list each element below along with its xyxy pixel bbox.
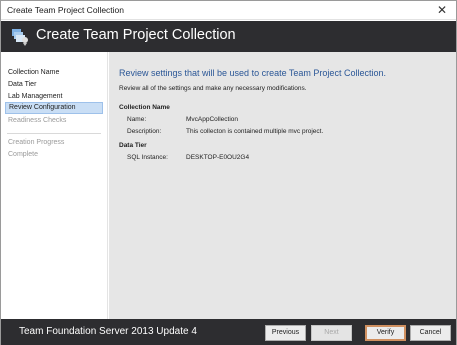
dialog-window: Create Team Project Collection ✕ Create … (0, 0, 457, 345)
page-heading: Review settings that will be used to cre… (119, 68, 386, 78)
sidebar-item-complete: Complete (8, 151, 38, 158)
sidebar-divider (7, 133, 101, 134)
sidebar-item-readiness-checks: Readiness Checks (8, 117, 67, 124)
review-panel: Review settings that will be used to cre… (109, 52, 456, 319)
sidebar-item-review-configuration[interactable]: Review Configuration (5, 102, 103, 114)
description-value: This collecton is contained multiple mvc… (186, 128, 324, 135)
wizard-title: Create Team Project Collection (36, 27, 236, 43)
cancel-button[interactable]: Cancel (410, 325, 451, 341)
product-name: Team Foundation Server 2013 Update 4 (19, 326, 197, 337)
sidebar-item-collection-name[interactable]: Collection Name (5, 67, 103, 79)
page-subheading: Review all of the settings and make any … (119, 85, 307, 92)
wizard-steps-nav: Collection Name Data Tier Lab Management… (1, 52, 108, 319)
wizard-header: Create Team Project Collection (1, 21, 456, 52)
description-label: Description: (127, 128, 162, 135)
data-tier-section-title: Data Tier (119, 142, 147, 149)
sidebar-item-data-tier[interactable]: Data Tier (5, 79, 103, 91)
team-project-icon (12, 29, 28, 46)
window-title: Create Team Project Collection (7, 5, 125, 15)
next-button: Next (311, 325, 352, 341)
sidebar-item-creation-progress: Creation Progress (8, 139, 65, 146)
wizard-footer: Team Foundation Server 2013 Update 4 Pre… (1, 319, 456, 345)
title-bar: Create Team Project Collection ✕ (1, 1, 456, 20)
previous-button[interactable]: Previous (265, 325, 306, 341)
close-icon[interactable]: ✕ (434, 2, 450, 18)
name-label: Name: (127, 116, 147, 123)
verify-button[interactable]: Verify (365, 325, 406, 341)
sql-instance-label: SQL Instance: (127, 154, 168, 161)
name-value: MvcAppCollection (186, 116, 239, 123)
collection-section-title: Collection Name (119, 104, 170, 111)
sql-instance-value: DESKTOP-E0OU2G4 (186, 154, 250, 161)
